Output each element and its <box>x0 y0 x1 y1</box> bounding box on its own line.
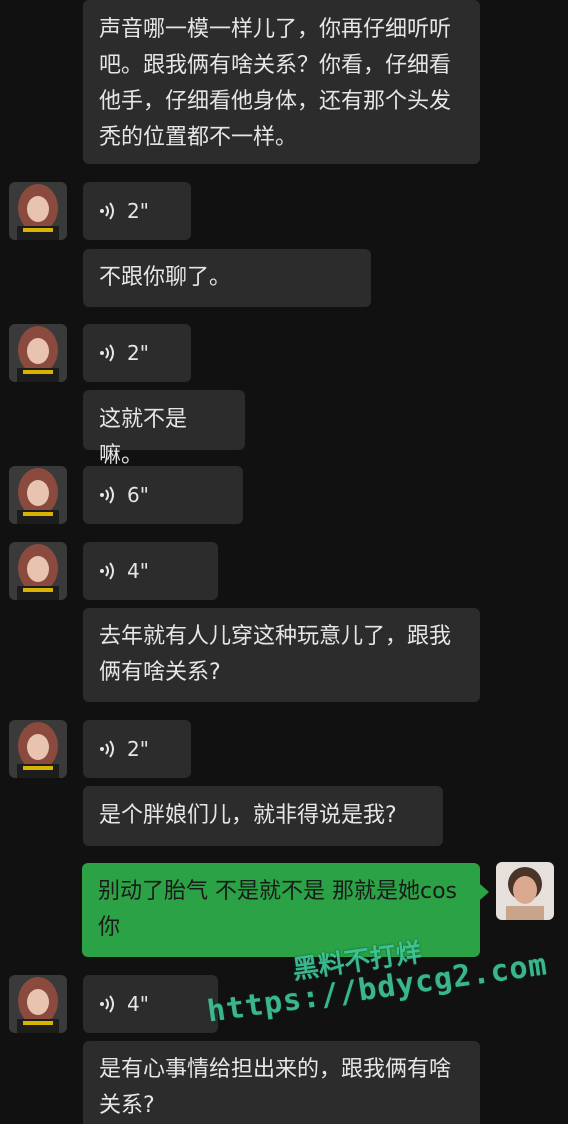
contact-avatar[interactable] <box>9 542 67 600</box>
voice-wave-icon <box>100 740 114 758</box>
voice-message[interactable]: 4" <box>83 542 218 600</box>
avatar-image <box>9 324 67 382</box>
bubble-tail <box>480 884 489 900</box>
message-text: 不跟你聊了。 <box>99 265 232 290</box>
voice-duration: 2" <box>127 341 149 365</box>
voice-wave-icon <box>100 995 114 1013</box>
message-bubble[interactable]: 声音哪一模一样儿了，你再仔细听听吧。跟我俩有啥关系？你看，仔细看他手，仔细看他身… <box>83 0 480 164</box>
contact-avatar[interactable] <box>9 466 67 524</box>
voice-message[interactable]: 4" <box>83 975 218 1033</box>
avatar-image <box>9 182 67 240</box>
voice-wave-icon <box>100 562 114 580</box>
message-text: 去年就有人儿穿这种玩意儿了，跟我俩有啥关系? <box>99 624 452 685</box>
avatar-image <box>9 466 67 524</box>
message-text: 是有心事情给担出来的，跟我俩有啥关系? <box>99 1057 452 1118</box>
voice-duration: 2" <box>127 199 149 223</box>
contact-avatar[interactable] <box>9 720 67 778</box>
contact-avatar[interactable] <box>9 182 67 240</box>
voice-message[interactable]: 2" <box>83 720 191 778</box>
message-bubble[interactable]: 不跟你聊了。 <box>83 249 371 307</box>
voice-duration: 4" <box>127 559 149 583</box>
avatar-image <box>9 975 67 1033</box>
voice-message[interactable]: 2" <box>83 324 191 382</box>
message-text: 这就不是嘛。 <box>99 407 188 468</box>
message-bubble[interactable]: 是有心事情给担出来的，跟我俩有啥关系? <box>83 1041 480 1124</box>
contact-avatar[interactable] <box>9 324 67 382</box>
avatar-image <box>9 542 67 600</box>
avatar-image <box>496 862 554 920</box>
voice-duration: 2" <box>127 737 149 761</box>
message-text: 别动了胎气 不是就不是 那就是她cos 你 <box>98 879 458 940</box>
message-text: 是个胖娘们儿，就非得说是我? <box>99 803 397 828</box>
message-bubble[interactable]: 去年就有人儿穿这种玩意儿了，跟我俩有啥关系? <box>83 608 480 702</box>
message-text: 声音哪一模一样儿了，你再仔细听听吧。跟我俩有啥关系？你看，仔细看他手，仔细看他身… <box>99 17 452 150</box>
voice-duration: 6" <box>127 483 149 507</box>
my-avatar[interactable] <box>496 862 554 920</box>
voice-wave-icon <box>100 486 114 504</box>
message-bubble[interactable]: 是个胖娘们儿，就非得说是我? <box>83 786 443 846</box>
voice-wave-icon <box>100 344 114 362</box>
contact-avatar[interactable] <box>9 975 67 1033</box>
avatar-image <box>9 720 67 778</box>
voice-wave-icon <box>100 202 114 220</box>
voice-message[interactable]: 2" <box>83 182 191 240</box>
voice-message[interactable]: 6" <box>83 466 243 524</box>
message-bubble[interactable]: 这就不是嘛。 <box>83 390 245 468</box>
voice-duration: 4" <box>127 992 149 1016</box>
